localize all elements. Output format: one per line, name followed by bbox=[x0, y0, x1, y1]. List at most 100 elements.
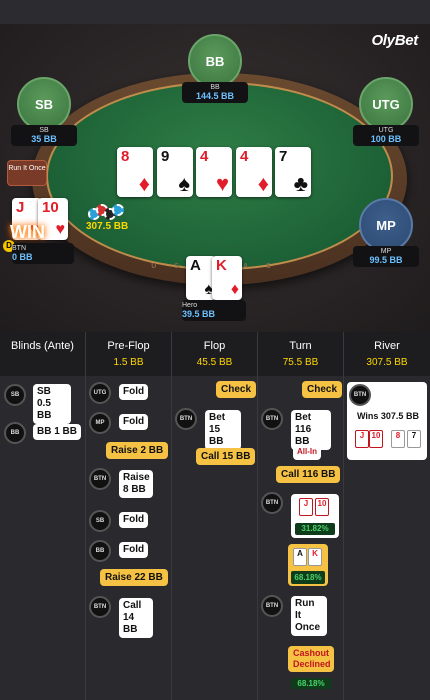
mini-card: 8 bbox=[391, 430, 405, 448]
card-rank: J bbox=[16, 199, 25, 216]
action-chip: Fold bbox=[119, 542, 149, 558]
col-body: UTG Fold MP Fold Raise 2 BB BTN Raise 8 … bbox=[86, 376, 171, 700]
col-body: Check BTN Bet 116 BB All-In Call 116 BB … bbox=[258, 376, 343, 700]
player-name: UTG bbox=[378, 127, 394, 134]
position-badge: BTN bbox=[349, 384, 371, 406]
card-suit: ♦ bbox=[257, 171, 269, 196]
col-title: Turn bbox=[289, 340, 312, 352]
col-header: Turn 75.5 BB bbox=[258, 332, 343, 376]
col-body: BTN Wins 307.5 BB J 10 8 7 bbox=[344, 376, 430, 700]
position-badge: BTN bbox=[89, 468, 111, 490]
board-card-1: 8 ♦ bbox=[117, 147, 153, 197]
hero-hole-card-2: K ♦ bbox=[212, 256, 242, 300]
mini-card: 10 bbox=[315, 498, 329, 516]
action-chip: Run It Once bbox=[291, 596, 327, 636]
mini-card: 7 bbox=[407, 430, 421, 448]
nameplate: MP 99.5 BB bbox=[353, 246, 419, 267]
board-card-4: 4 ♦ bbox=[236, 147, 272, 197]
position-badge: BTN bbox=[89, 596, 111, 618]
card-rank: 7 bbox=[279, 148, 288, 165]
position-badge: BTN bbox=[175, 408, 197, 430]
player-stack: 100 BB bbox=[370, 134, 402, 144]
seat-sb[interactable]: SB SB 35 BB bbox=[10, 77, 78, 146]
seat-bb[interactable]: BB BB 144.5 BB bbox=[181, 34, 249, 103]
position-badge: MP bbox=[89, 412, 111, 434]
nameplate: SB 35 BB bbox=[11, 125, 77, 146]
mini-card: A bbox=[293, 548, 307, 566]
position-badge: BTN bbox=[261, 492, 283, 514]
action-chip: BB 1 BB bbox=[33, 424, 82, 440]
card-rank: K bbox=[216, 257, 227, 274]
history-col-blinds: Blinds (Ante) SB SB 0.5 BB BB BB 1 BB bbox=[0, 332, 86, 700]
action-chip: Call 14 BB bbox=[119, 598, 153, 638]
seat-utg[interactable]: UTG UTG 100 BB bbox=[352, 77, 420, 146]
player-stack: 144.5 BB bbox=[195, 91, 235, 101]
board-card-2: 9 ♠ bbox=[157, 147, 193, 197]
col-title: Pre-Flop bbox=[107, 340, 150, 352]
col-title: Flop bbox=[203, 340, 226, 352]
player-stack: 35 BB bbox=[31, 134, 57, 144]
col-title: Blinds (Ante) bbox=[11, 340, 74, 352]
seat-btn-nameplate[interactable]: BTN 0 BB bbox=[12, 243, 74, 264]
action-chip-raise: Raise 22 BB bbox=[100, 569, 168, 586]
equity-card-btn: J 10 31.82% bbox=[291, 494, 339, 538]
hand-history-panel: Blinds (Ante) SB SB 0.5 BB BB BB 1 BB Pr… bbox=[0, 332, 430, 700]
position-badge: BB bbox=[89, 540, 111, 562]
top-bar bbox=[0, 0, 430, 24]
player-name: SB bbox=[39, 127, 49, 134]
history-col-river: River 307.5 BB BTN Wins 307.5 BB J 10 8 … bbox=[344, 332, 430, 700]
player-stack: 39.5 BB bbox=[182, 309, 216, 319]
card-rank: 8 bbox=[121, 148, 130, 165]
action-chip: Fold bbox=[119, 384, 149, 400]
col-pot: 45.5 BB bbox=[196, 357, 233, 368]
card-rank: A bbox=[190, 257, 201, 274]
position-badge: BTN bbox=[261, 595, 283, 617]
river-winner-card: BTN Wins 307.5 BB J 10 8 7 bbox=[347, 382, 427, 460]
mini-card: J bbox=[355, 430, 369, 448]
history-col-preflop: Pre-Flop 1.5 BB UTG Fold MP Fold Raise 2… bbox=[86, 332, 172, 700]
action-chip: Fold bbox=[119, 512, 149, 528]
poker-hand-replay: OlyBet USHCAS BB BB 144.5 BB SB SB 35 BB… bbox=[0, 0, 430, 700]
avatar: BB bbox=[188, 34, 242, 88]
col-header: Pre-Flop 1.5 BB bbox=[86, 332, 171, 376]
player-name: BB bbox=[210, 84, 220, 91]
seat-hero-nameplate[interactable]: Hero 39.5 BB bbox=[182, 300, 246, 321]
winner-text: Wins 307.5 BB bbox=[357, 411, 419, 421]
card-rank: 10 bbox=[42, 199, 59, 216]
mini-card: J bbox=[299, 498, 313, 516]
action-chip-call: Call 116 BB bbox=[276, 466, 341, 483]
card-suit: ♦ bbox=[230, 281, 239, 298]
equity-percent: 68.18% bbox=[291, 571, 325, 584]
seat-mp[interactable]: MP MP 99.5 BB bbox=[352, 198, 420, 267]
col-pot: 307.5 BB bbox=[366, 357, 408, 368]
nameplate: UTG 100 BB bbox=[353, 125, 419, 146]
avatar: UTG bbox=[359, 77, 413, 131]
card-suit: ♠ bbox=[178, 171, 190, 196]
pot-amount: 307.5 BB bbox=[86, 221, 129, 232]
col-header: Flop 45.5 BB bbox=[172, 332, 257, 376]
history-col-flop: Flop 45.5 BB Check BTN Bet 15 BB Call 15… bbox=[172, 332, 258, 700]
position-badge: BTN bbox=[261, 408, 283, 430]
card-rank: 9 bbox=[161, 148, 170, 165]
equity-percent: 31.82% bbox=[295, 523, 335, 535]
mini-card: K bbox=[308, 548, 322, 566]
col-pot: 75.5 BB bbox=[282, 357, 319, 368]
card-suit: ♦ bbox=[138, 171, 150, 196]
card-suit: ♥ bbox=[55, 221, 66, 238]
history-col-turn: Turn 75.5 BB Check BTN Bet 116 BB All-In… bbox=[258, 332, 344, 700]
board-card-5: 7 ♣ bbox=[275, 147, 311, 197]
action-chip: Fold bbox=[119, 414, 149, 430]
run-it-once-button[interactable]: Run It Once bbox=[7, 160, 47, 186]
position-badge: SB bbox=[89, 510, 111, 532]
action-chip: Raise 8 BB bbox=[119, 470, 153, 498]
player-name: MP bbox=[380, 248, 392, 255]
col-pot: 1.5 BB bbox=[113, 357, 144, 368]
card-rank: 4 bbox=[200, 148, 209, 165]
player-stack: 0 BB bbox=[12, 252, 33, 262]
equity-card-hero: A K 68.18% bbox=[288, 544, 328, 586]
win-badge: WIN bbox=[10, 222, 45, 242]
col-body: Check BTN Bet 15 BB Call 15 BB bbox=[172, 376, 257, 700]
action-chip: Bet 15 BB bbox=[205, 410, 241, 450]
position-badge: SB bbox=[4, 384, 26, 406]
action-chip-check: Check bbox=[216, 381, 257, 398]
